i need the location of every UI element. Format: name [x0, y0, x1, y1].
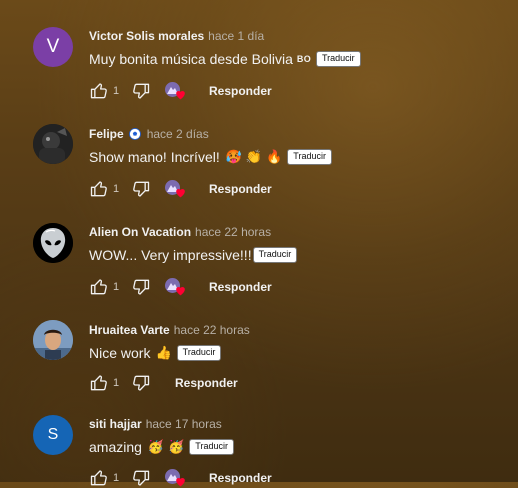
- comment-header: Victor Solis morales hace 1 día: [89, 29, 264, 43]
- avatar[interactable]: [33, 223, 73, 263]
- translate-button[interactable]: Traducir: [189, 439, 234, 455]
- comment-time[interactable]: hace 1 día: [208, 29, 264, 43]
- thumbs-up-icon[interactable]: [89, 468, 109, 488]
- avatar[interactable]: S: [33, 415, 73, 455]
- translate-button[interactable]: Traducir: [316, 51, 361, 67]
- comment-author[interactable]: Victor Solis morales: [89, 29, 204, 43]
- creator-heart: [165, 179, 187, 199]
- thumbs-down-icon[interactable]: [131, 179, 151, 199]
- emoji-party-face: 🥳: [147, 439, 165, 454]
- heart-icon: [176, 188, 185, 198]
- comment-time[interactable]: hace 22 horas: [195, 225, 271, 239]
- comment-body: Show mano! Incrível!: [89, 149, 220, 165]
- comment-header: Alien On Vacation hace 22 horas: [89, 225, 271, 239]
- comment-body: amazing: [89, 439, 142, 455]
- heart-icon: [176, 286, 185, 296]
- comment-text: Nice work 👍 Traducir: [89, 345, 222, 361]
- thumbs-up-icon[interactable]: [89, 179, 109, 199]
- like-count: 1: [113, 472, 120, 484]
- heart-icon: [176, 90, 185, 100]
- comment-text: WOW... Very impressive!!! Traducir: [89, 247, 298, 263]
- comment-text: amazing 🥳 🥳 Traducir: [89, 439, 234, 455]
- comment-author[interactable]: siti hajjar: [89, 417, 142, 431]
- translate-button[interactable]: Traducir: [252, 247, 298, 263]
- comment-actions: 1 Responder: [89, 468, 272, 488]
- reply-button[interactable]: Responder: [209, 471, 272, 485]
- avatar[interactable]: [33, 320, 73, 360]
- comment-actions: 1 Responder: [89, 81, 272, 101]
- thumbs-down-icon[interactable]: [131, 81, 151, 101]
- reply-button[interactable]: Responder: [209, 182, 272, 196]
- comment-body: Nice work: [89, 345, 151, 361]
- comment-body: WOW... Very impressive!!!: [89, 247, 252, 263]
- avatar-photo: [33, 320, 73, 360]
- emoji-thumbs-up: 👍: [155, 345, 172, 360]
- avatar[interactable]: [33, 124, 73, 164]
- emoji-clapping: 👏: [245, 149, 263, 164]
- reply-button[interactable]: Responder: [175, 376, 238, 390]
- thumbs-down-icon[interactable]: [131, 277, 151, 297]
- comment-header: Felipe hace 2 días: [89, 127, 209, 141]
- avatar[interactable]: V: [33, 27, 73, 67]
- reply-button[interactable]: Responder: [209, 280, 272, 294]
- thumbs-up-icon[interactable]: [89, 277, 109, 297]
- like-count: 1: [113, 281, 120, 293]
- like-count: 1: [113, 377, 120, 389]
- creator-heart: [165, 81, 187, 101]
- comment-text: Muy bonita música desde Bolivia BO Tradu…: [89, 51, 361, 67]
- avatar-letter: S: [47, 426, 59, 443]
- soccer-ball-icon: [128, 128, 141, 140]
- comment-author[interactable]: Hruaitea Varte: [89, 323, 170, 337]
- like-count: 1: [113, 183, 120, 195]
- comment-time[interactable]: hace 22 horas: [174, 323, 250, 337]
- comment-time[interactable]: hace 2 días: [147, 127, 209, 141]
- comment-body: Muy bonita música desde Bolivia: [89, 51, 293, 67]
- comment-time[interactable]: hace 17 horas: [146, 417, 222, 431]
- translate-button[interactable]: Traducir: [176, 345, 222, 361]
- emoji-fire: 🔥: [266, 149, 283, 164]
- thumbs-down-icon[interactable]: [131, 468, 151, 488]
- avatar-photo: [33, 124, 73, 164]
- translate-button[interactable]: Traducir: [287, 149, 332, 165]
- comment-suffix: BO: [296, 54, 311, 64]
- reply-button[interactable]: Responder: [209, 84, 272, 98]
- thumbs-down-icon[interactable]: [131, 373, 151, 393]
- comment-actions: 1 Responder: [89, 373, 238, 393]
- thumbs-up-icon[interactable]: [89, 373, 109, 393]
- creator-heart: [165, 277, 187, 297]
- like-count: 1: [113, 85, 120, 97]
- comment-author[interactable]: Felipe: [89, 127, 124, 141]
- creator-heart: [165, 468, 187, 488]
- comment-header: siti hajjar hace 17 horas: [89, 417, 222, 431]
- emoji-party-face: 🥳: [168, 439, 185, 454]
- thumbs-up-icon[interactable]: [89, 81, 109, 101]
- comment-header: Hruaitea Varte hace 22 horas: [89, 323, 250, 337]
- comment-text: Show mano! Incrível! 🥵 👏 🔥 Traducir: [89, 149, 332, 165]
- comment-actions: 1 Responder: [89, 277, 272, 297]
- alien-icon: [33, 223, 73, 263]
- comment-actions: 1 Responder: [89, 179, 272, 199]
- emoji-hot-face: 🥵: [225, 149, 242, 164]
- avatar-letter: V: [46, 36, 60, 57]
- comment-author[interactable]: Alien On Vacation: [89, 225, 191, 239]
